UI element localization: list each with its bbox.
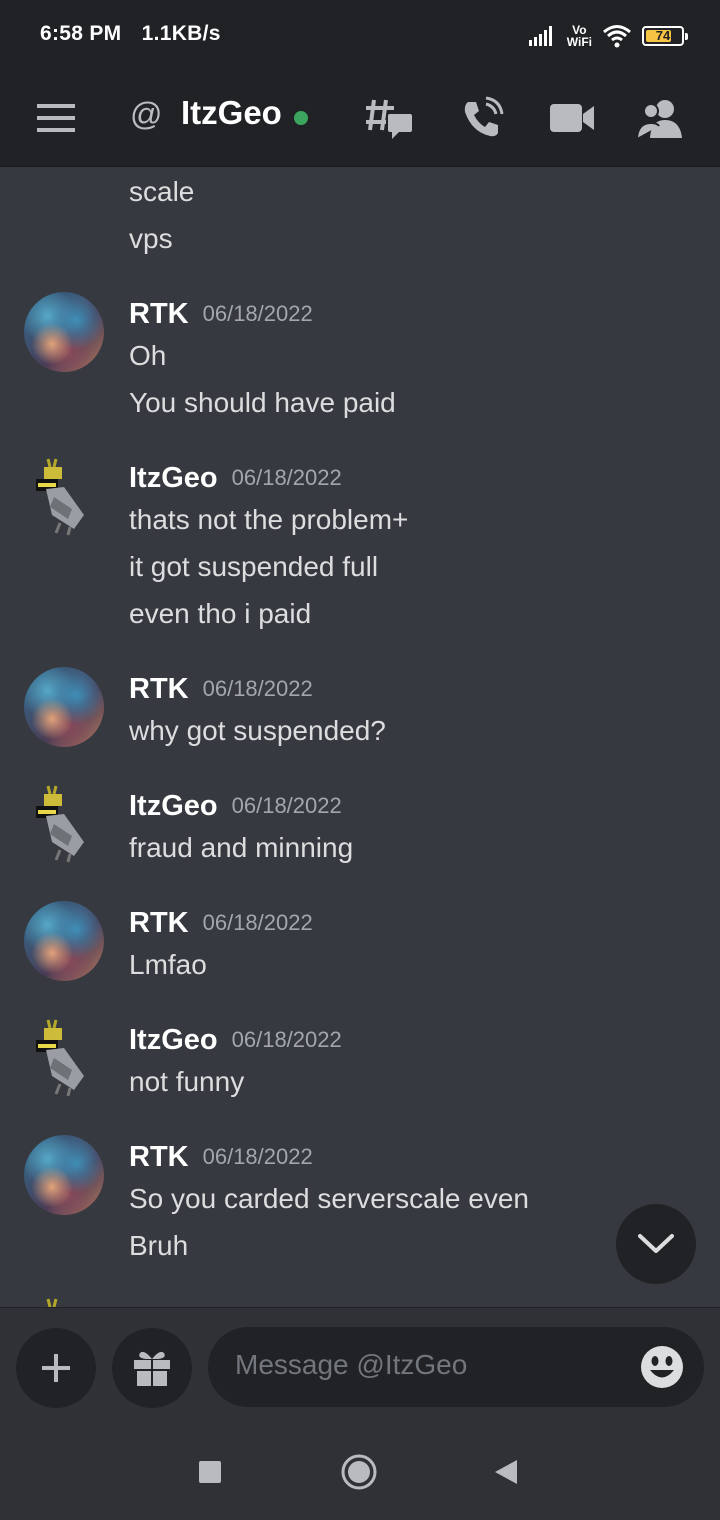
author-name[interactable]: ItzGeo bbox=[129, 790, 218, 822]
members-icon[interactable] bbox=[636, 94, 684, 142]
message-input[interactable]: Message @ItzGeo bbox=[208, 1327, 704, 1407]
message-text: fraud and minning bbox=[129, 832, 354, 863]
volte-bottom-label: WiFi bbox=[566, 35, 592, 49]
threads-icon[interactable] bbox=[366, 94, 414, 142]
avatar-rtk[interactable] bbox=[24, 667, 104, 747]
scroll-to-bottom-button[interactable] bbox=[616, 1204, 696, 1284]
gift-icon bbox=[134, 1351, 170, 1386]
author-name[interactable]: RTK bbox=[129, 298, 189, 330]
at-icon: @ bbox=[130, 96, 163, 132]
message-author[interactable]: RTK 06/18/2022 bbox=[129, 907, 313, 940]
avatar-rtk[interactable] bbox=[24, 292, 104, 372]
volte-wifi-icon: Vo WiFi bbox=[567, 24, 592, 48]
emoji-icon[interactable] bbox=[640, 1345, 684, 1389]
voice-call-icon[interactable] bbox=[458, 94, 506, 142]
avatar-rtk[interactable] bbox=[24, 901, 104, 981]
gift-button[interactable] bbox=[112, 1328, 192, 1408]
video-call-icon[interactable] bbox=[548, 94, 596, 142]
chevron-down-icon bbox=[638, 1234, 674, 1253]
avatar-itzgeo[interactable] bbox=[24, 784, 104, 864]
author-name[interactable]: RTK bbox=[129, 673, 189, 705]
author-name[interactable]: ItzGeo bbox=[129, 1024, 218, 1056]
message-text: even tho i paid bbox=[129, 598, 312, 629]
plus-icon bbox=[42, 1354, 70, 1382]
message-text: You should have paid bbox=[129, 387, 396, 418]
message-composer: Message @ItzGeo bbox=[0, 1307, 720, 1423]
recents-icon[interactable] bbox=[190, 1452, 230, 1492]
system-navigation-bar bbox=[0, 1422, 720, 1520]
back-icon[interactable] bbox=[486, 1452, 526, 1492]
avatar-itzgeo[interactable] bbox=[24, 1018, 104, 1098]
battery-icon: 74 bbox=[642, 26, 688, 46]
message-author[interactable]: RTK 06/18/2022 bbox=[129, 298, 313, 331]
message-timestamp: 06/18/2022 bbox=[231, 793, 342, 818]
avatar-rtk[interactable] bbox=[24, 1135, 104, 1215]
message-text: Oh bbox=[129, 340, 167, 371]
avatar-itzgeo[interactable] bbox=[24, 1297, 104, 1307]
app-bar: @ ItzGeo bbox=[0, 70, 720, 167]
menu-icon[interactable] bbox=[32, 94, 80, 142]
message-text: vps bbox=[129, 223, 173, 254]
message-timestamp: 06/18/2022 bbox=[202, 910, 313, 935]
message-author[interactable]: ItzGeo 06/18/2022 bbox=[129, 462, 342, 495]
message-timestamp: 06/18/2022 bbox=[231, 465, 342, 490]
message-author[interactable]: RTK 06/18/2022 bbox=[129, 673, 313, 706]
message-text: it got suspended full bbox=[129, 551, 379, 582]
signal-icon bbox=[528, 26, 552, 46]
message-timestamp: 06/18/2022 bbox=[202, 301, 313, 326]
attach-button[interactable] bbox=[16, 1328, 96, 1408]
message-text: thats not the problem+ bbox=[129, 504, 409, 535]
status-icons: Vo WiFi 74 bbox=[528, 20, 688, 52]
message-text: So you carded serverscale even bbox=[129, 1183, 529, 1214]
home-icon[interactable] bbox=[339, 1452, 379, 1492]
message-text: Lmfao bbox=[129, 949, 207, 980]
author-name[interactable]: ItzGeo bbox=[129, 462, 218, 494]
status-left: 6:58 PM 1.1KB/s bbox=[40, 22, 235, 46]
network-speed: 1.1KB/s bbox=[141, 22, 221, 45]
message-timestamp: 06/18/2022 bbox=[202, 676, 313, 701]
online-status-dot bbox=[294, 111, 308, 125]
message-author[interactable]: RTK 06/18/2022 bbox=[129, 1141, 313, 1174]
battery-level: 74 bbox=[655, 28, 671, 43]
status-time: 6:58 PM bbox=[40, 22, 122, 45]
message-author[interactable]: ItzGeo 06/18/2022 bbox=[129, 790, 342, 823]
message-text: not funny bbox=[129, 1066, 245, 1097]
message-text: scale bbox=[129, 176, 195, 207]
author-name[interactable]: RTK bbox=[129, 907, 189, 939]
message-timestamp: 06/18/2022 bbox=[231, 1027, 342, 1052]
message-input-placeholder: Message @ItzGeo bbox=[235, 1349, 468, 1380]
message-list[interactable]: scale vps RTK 06/18/2022 Oh You should ha… bbox=[0, 167, 720, 1307]
message-timestamp: 06/18/2022 bbox=[202, 1144, 313, 1169]
status-bar: 6:58 PM 1.1KB/s Vo WiFi 74 bbox=[0, 0, 720, 70]
message-author[interactable]: ItzGeo 06/18/2022 bbox=[129, 1024, 342, 1057]
channel-title[interactable]: ItzGeo bbox=[181, 94, 282, 132]
message-text: why got suspended? bbox=[129, 715, 386, 746]
author-name[interactable]: RTK bbox=[129, 1141, 189, 1173]
avatar-itzgeo[interactable] bbox=[24, 457, 104, 537]
message-text: Bruh bbox=[129, 1230, 189, 1261]
wifi-icon bbox=[603, 25, 631, 48]
